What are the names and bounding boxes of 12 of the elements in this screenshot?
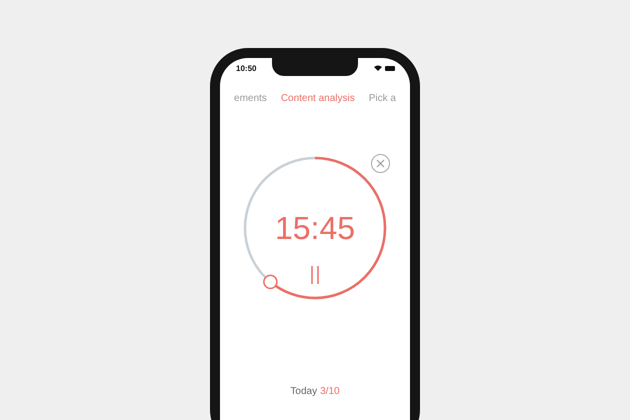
tab[interactable]: Pick a [368,92,396,104]
today-label: Today [290,386,318,397]
wifi-icon [374,65,382,71]
pause-icon[interactable] [310,266,320,284]
close-button[interactable] [371,154,390,173]
close-icon [376,159,385,168]
tab[interactable]: Content analysis [280,92,355,104]
tab[interactable]: ements [234,92,267,104]
battery-icon [385,66,396,70]
status-time: 10:50 [236,64,256,72]
today-count: 3/10 [320,386,340,397]
timer-time: 15:45 [274,209,356,248]
